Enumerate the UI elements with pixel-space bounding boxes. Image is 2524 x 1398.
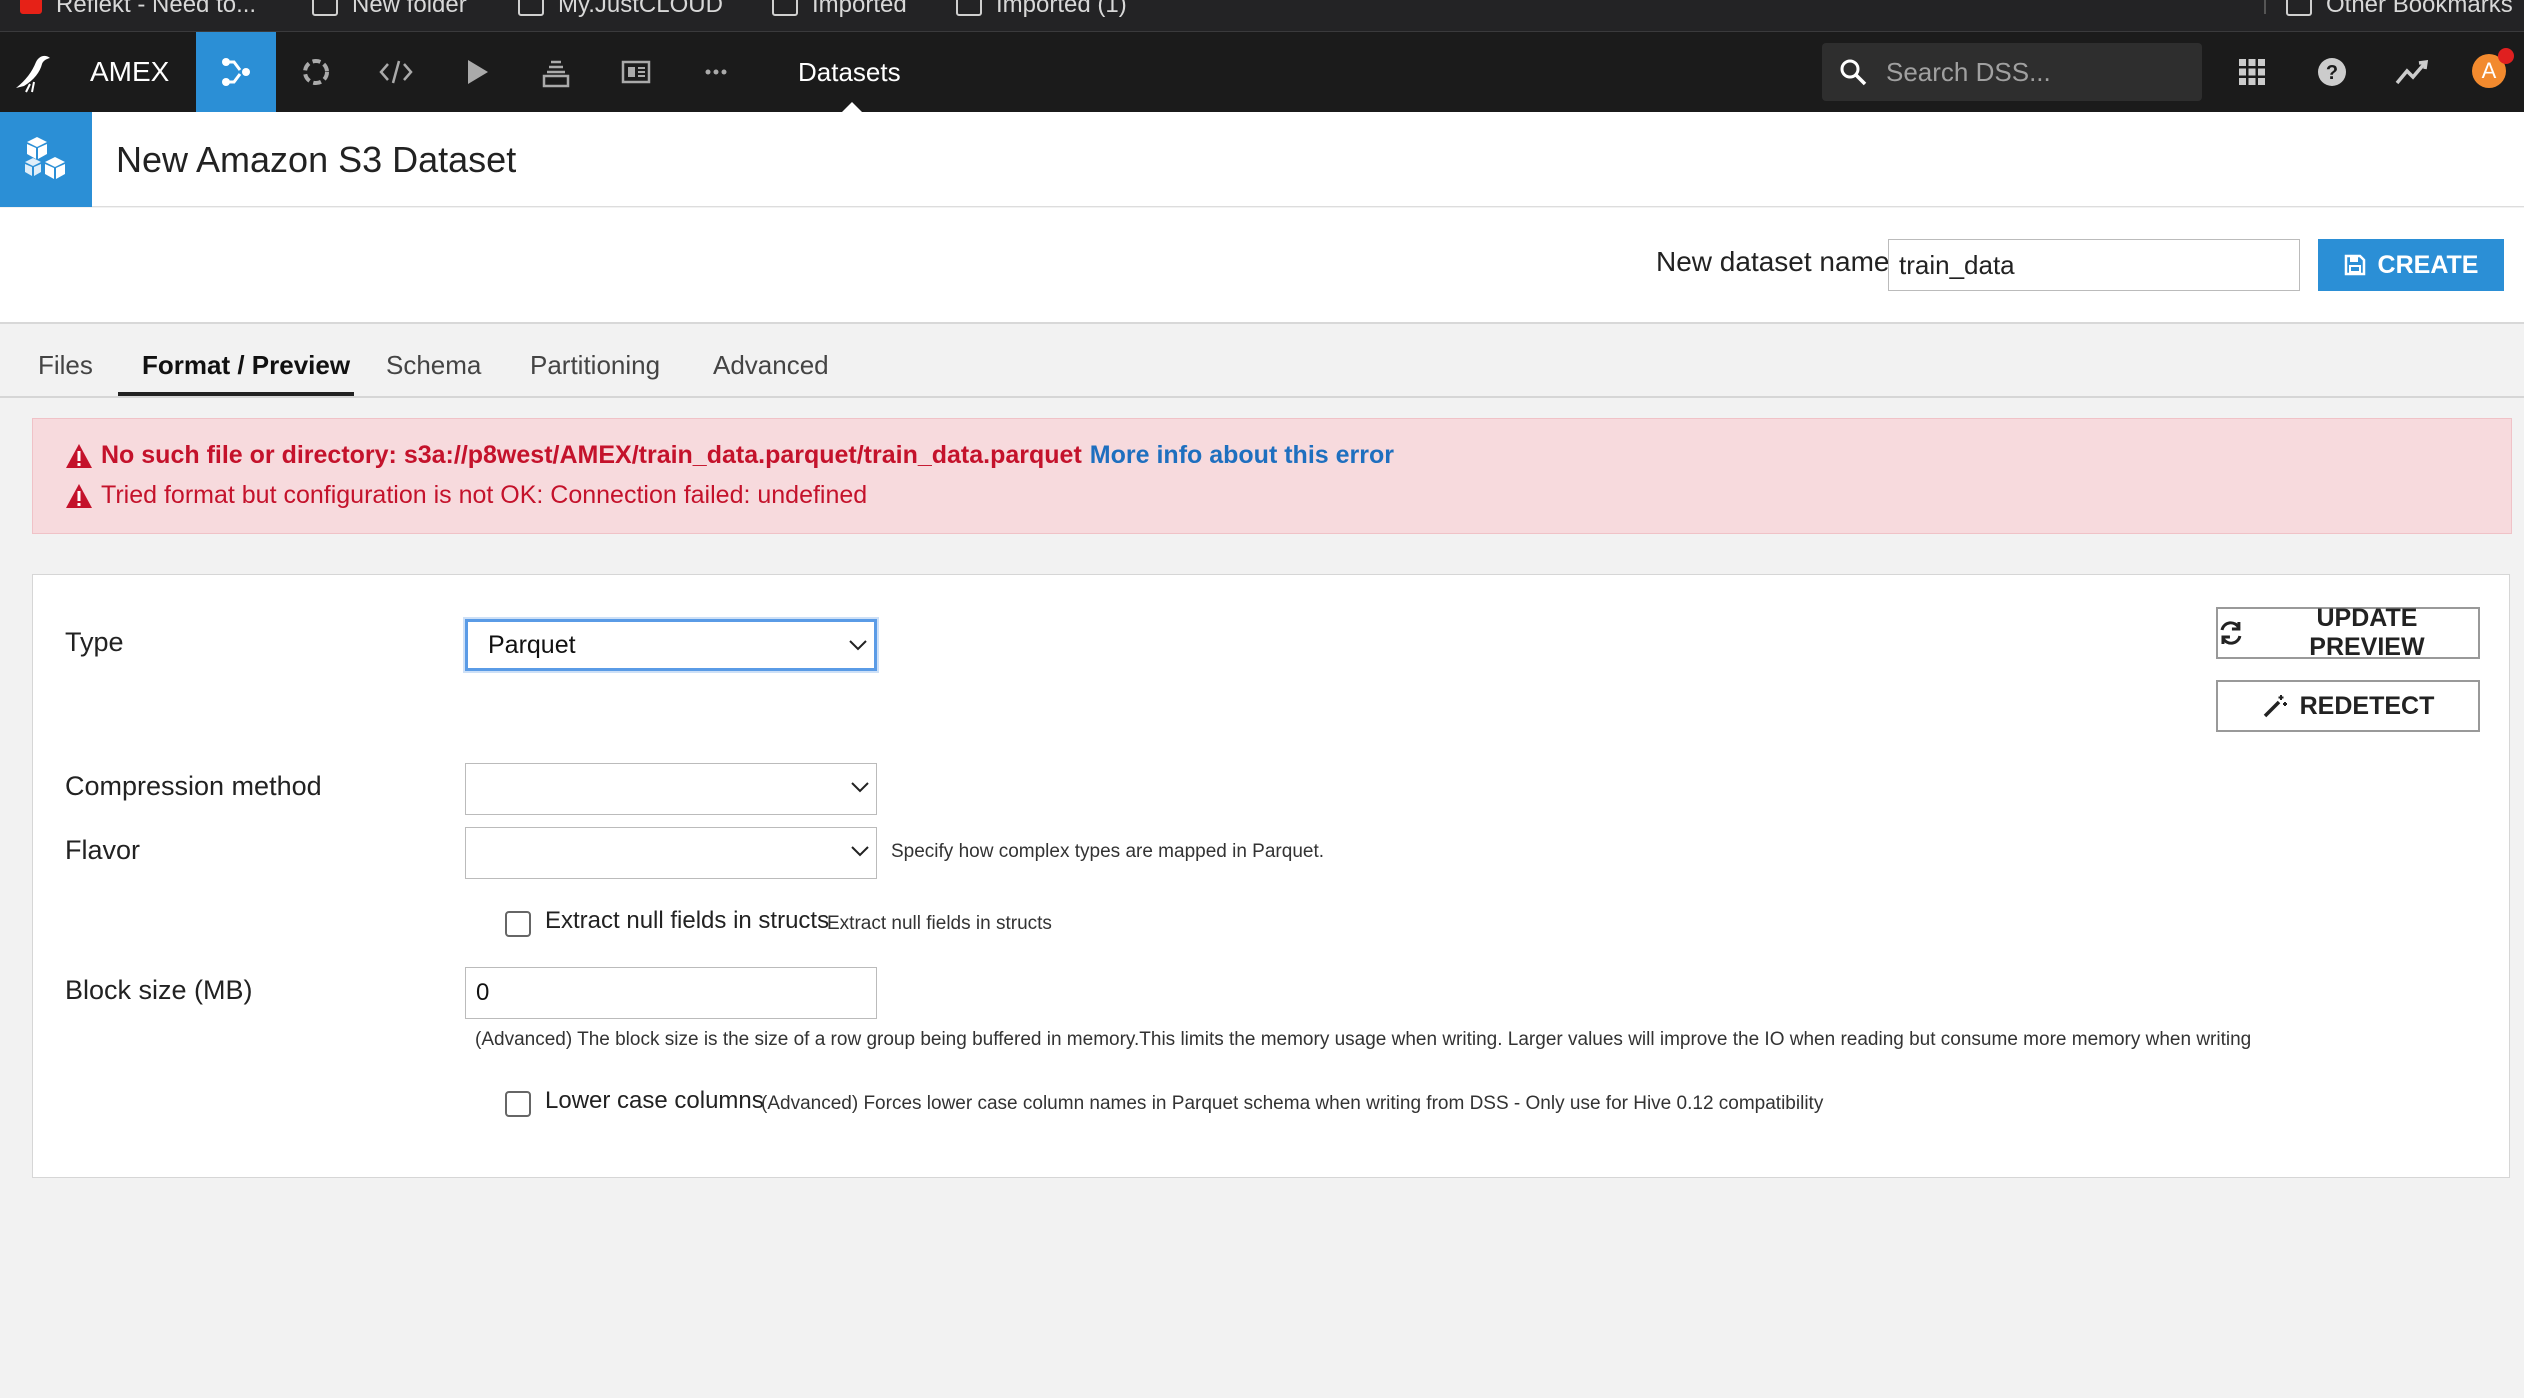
flow-icon[interactable] — [196, 32, 276, 112]
lower-case-hint: (Advanced) Forces lower case column name… — [761, 1093, 1824, 1114]
tab-schema[interactable]: Schema — [386, 350, 481, 381]
error-line: Tried format but configuration is not OK… — [65, 481, 867, 510]
deploy-icon[interactable] — [516, 32, 596, 112]
section-caret — [842, 102, 862, 112]
other-bookmarks[interactable]: Other Bookmarks — [2286, 0, 2513, 19]
magic-wand-icon — [2263, 695, 2287, 718]
create-button[interactable]: CREATE — [2318, 239, 2504, 291]
redetect-button[interactable]: REDETECT — [2216, 680, 2480, 732]
section-datasets[interactable]: Datasets — [798, 32, 901, 112]
error-message: No such file or directory: s3a://p8west/… — [101, 441, 1082, 469]
redetect-label: REDETECT — [2299, 691, 2435, 720]
dataset-name-row: New dataset name CREATE — [0, 208, 2524, 324]
error-line: No such file or directory: s3a://p8west/… — [65, 441, 1394, 470]
activity-icon[interactable] — [2392, 52, 2432, 92]
active-tab-indicator — [118, 392, 354, 396]
bookmark-item[interactable]: My.JustCLOUD — [518, 0, 723, 19]
compression-label: Compression method — [65, 771, 322, 801]
search-icon — [1840, 59, 1867, 86]
youtube-icon — [20, 0, 42, 14]
type-label: Type — [65, 627, 124, 657]
dashboard-icon[interactable] — [596, 32, 676, 112]
folder-icon — [518, 0, 544, 16]
dataset-name-input[interactable] — [1888, 239, 2300, 291]
browser-bookmarks-bar: Reflekt - Need to... New folder My.JustC… — [0, 0, 2524, 32]
dataset-name-label: New dataset name — [1656, 246, 1890, 277]
folder-icon — [2286, 0, 2312, 16]
create-button-label: CREATE — [2377, 250, 2479, 279]
chevron-down-icon — [851, 782, 869, 793]
tab-bar: Files Format / Preview Schema Partitioni… — [0, 326, 2524, 398]
extract-null-checkbox[interactable] — [505, 911, 531, 937]
tab-format-preview[interactable]: Format / Preview — [142, 350, 350, 381]
chevron-down-icon — [849, 640, 867, 651]
warning-icon — [66, 443, 92, 468]
notification-badge — [2498, 48, 2514, 64]
type-select-value: Parquet — [488, 630, 576, 659]
error-alert: No such file or directory: s3a://p8west/… — [32, 418, 2512, 534]
tab-partitioning[interactable]: Partitioning — [530, 350, 660, 381]
save-icon — [2344, 254, 2365, 276]
help-icon[interactable]: ? — [2312, 52, 2352, 92]
folder-icon — [956, 0, 982, 16]
compression-select[interactable] — [465, 763, 877, 815]
bookmark-label: New folder — [352, 0, 467, 18]
block-size-input[interactable] — [465, 967, 877, 1019]
project-name[interactable]: AMEX — [90, 32, 169, 112]
bookmark-item[interactable]: Imported — [772, 0, 907, 19]
lower-case-label: Lower case columns — [545, 1087, 764, 1114]
dataiku-bird-logo-icon[interactable] — [12, 50, 56, 94]
flavor-label: Flavor — [65, 835, 141, 865]
dataset-cubes-icon — [0, 112, 92, 207]
bookmark-label: Imported — [812, 0, 907, 18]
app-header: AMEX Datasets ? A — [0, 32, 2524, 112]
bookmark-item[interactable]: Reflekt - Need to... — [20, 0, 256, 19]
flavor-select[interactable] — [465, 827, 877, 879]
bookmark-separator — [2264, 0, 2266, 14]
type-select[interactable]: Parquet — [463, 617, 879, 673]
svg-text:?: ? — [2326, 62, 2338, 84]
page-title: New Amazon S3 Dataset — [116, 139, 517, 180]
other-bookmarks-label: Other Bookmarks — [2326, 0, 2513, 18]
bookmark-label: My.JustCLOUD — [558, 0, 723, 18]
error-message: Tried format but configuration is not OK… — [101, 481, 868, 509]
apps-grid-icon[interactable] — [2232, 52, 2272, 92]
lower-case-checkbox[interactable] — [505, 1091, 531, 1117]
folder-icon — [312, 0, 338, 16]
search-input[interactable] — [1886, 56, 2186, 88]
more-icon[interactable] — [676, 32, 756, 112]
run-icon[interactable] — [436, 32, 516, 112]
format-settings-panel: Type Parquet UPDATE PREVIEW REDETECT Com… — [32, 574, 2510, 1178]
update-preview-button[interactable]: UPDATE PREVIEW — [2216, 604, 2480, 661]
recipes-icon[interactable] — [276, 32, 356, 112]
search-box[interactable] — [1822, 43, 2202, 101]
chevron-down-icon — [851, 846, 869, 857]
page-header: New Amazon S3 Dataset — [0, 112, 2524, 207]
bookmark-label: Imported (1) — [996, 0, 1127, 18]
bookmark-item[interactable]: Imported (1) — [956, 0, 1127, 19]
block-size-label: Block size (MB) — [65, 975, 253, 1005]
extract-null-hint: Extract null fields in structs — [827, 913, 1052, 934]
update-preview-label: UPDATE PREVIEW — [2309, 604, 2425, 661]
bookmark-item[interactable]: New folder — [312, 0, 467, 19]
block-size-hint: (Advanced) The block size is the size of… — [475, 1029, 2252, 1050]
tab-advanced[interactable]: Advanced — [713, 350, 829, 381]
bookmark-label: Reflekt - Need to... — [56, 0, 257, 18]
warning-icon — [66, 483, 92, 508]
error-info-link[interactable]: More info about this error — [1090, 441, 1394, 470]
tab-files[interactable]: Files — [38, 350, 93, 381]
folder-icon — [772, 0, 798, 16]
refresh-icon — [2220, 621, 2242, 645]
flavor-hint: Specify how complex types are mapped in … — [891, 841, 1325, 862]
extract-null-label: Extract null fields in structs — [545, 907, 830, 934]
code-icon[interactable] — [356, 32, 436, 112]
